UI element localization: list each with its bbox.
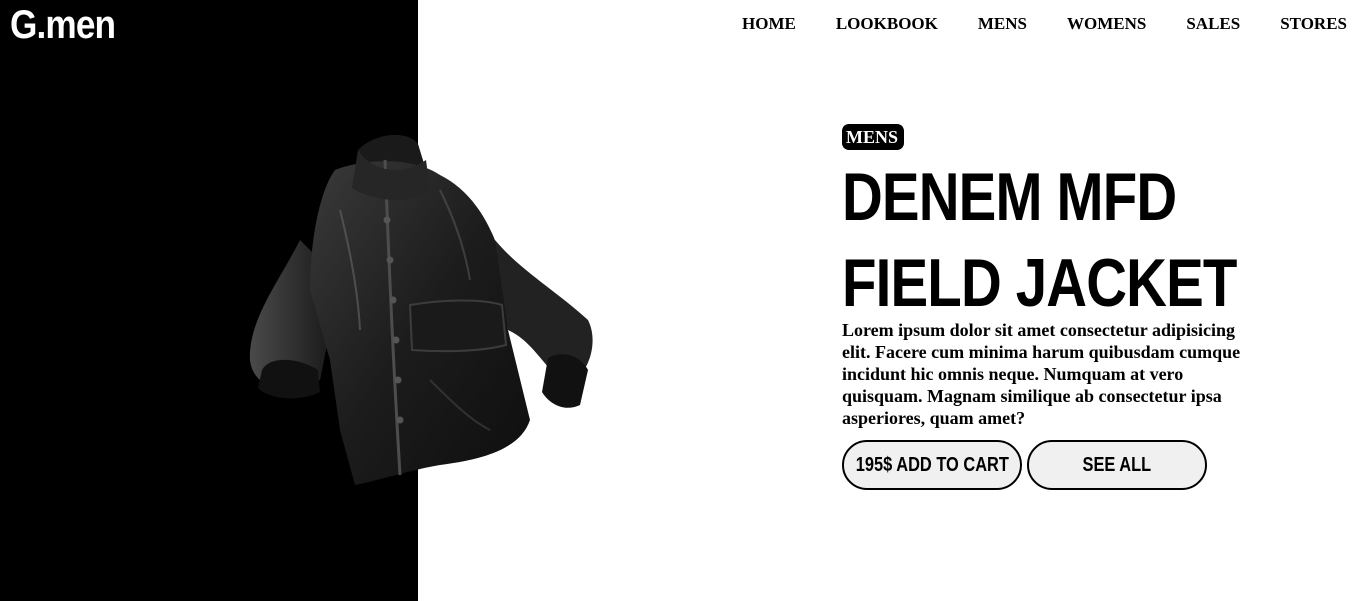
- add-to-cart-label: 195$ ADD TO CART: [855, 453, 1009, 476]
- nav-sales[interactable]: SALES: [1186, 14, 1240, 34]
- category-badge[interactable]: MENS: [842, 124, 905, 150]
- nav-home[interactable]: HOME: [742, 14, 796, 34]
- nav-mens[interactable]: MENS: [978, 14, 1027, 34]
- product-title: DENEM MFD FIELD JACKET: [842, 154, 1237, 326]
- nav-womens[interactable]: WOMENS: [1067, 14, 1146, 34]
- product-info: MENS DENEM MFD FIELD JACKET Lorem ipsum …: [842, 124, 1262, 490]
- product-title-line1: DENEM MFD: [842, 159, 1177, 235]
- product-description: Lorem ipsum dolor sit amet consectetur a…: [842, 320, 1241, 428]
- product-image-jacket: [249, 134, 593, 485]
- main-nav: HOME LOOKBOOK MENS WOMENS SALES STORES: [742, 14, 1347, 34]
- see-all-button[interactable]: SEE ALL: [1027, 440, 1207, 490]
- nav-stores[interactable]: STORES: [1280, 14, 1347, 34]
- action-buttons: 195$ ADD TO CART SEE ALL: [842, 440, 1262, 490]
- see-all-label: SEE ALL: [1082, 453, 1152, 476]
- product-title-line2: FIELD JACKET: [842, 245, 1237, 321]
- landing-page: G.men HOME LOOKBOOK MENS WOMENS SALES ST…: [0, 0, 1362, 601]
- add-to-cart-button[interactable]: 195$ ADD TO CART: [842, 440, 1022, 490]
- nav-lookbook[interactable]: LOOKBOOK: [836, 14, 938, 34]
- brand-logo[interactable]: G.men: [10, 3, 116, 47]
